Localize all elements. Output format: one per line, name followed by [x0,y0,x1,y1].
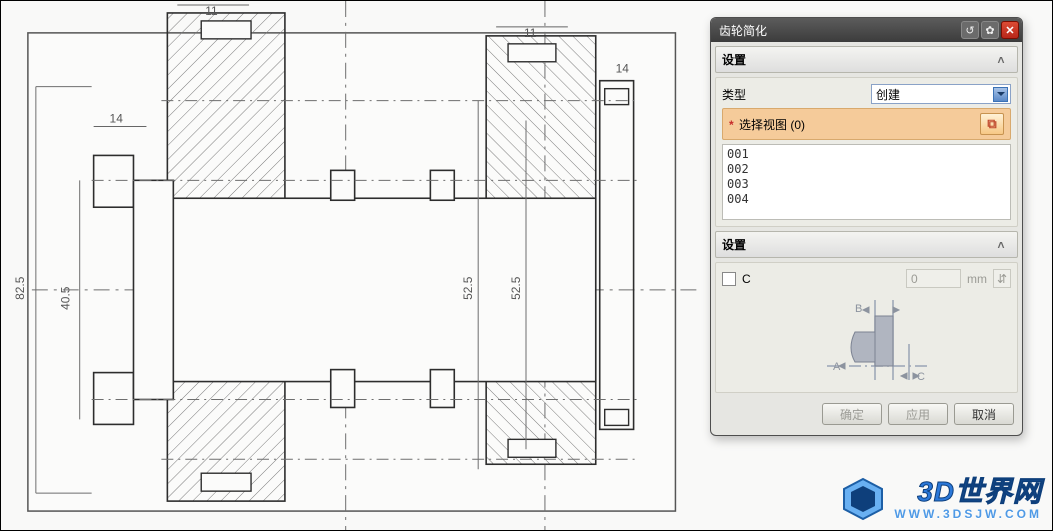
type-label: 类型 [722,86,746,103]
dim-d2: 11 [524,26,537,40]
type-value: 创建 [876,86,900,103]
c-checkbox[interactable] [722,272,736,286]
chevron-down-icon [993,87,1008,102]
stepper-button[interactable]: ⇵ [993,269,1011,288]
apply-button[interactable]: 应用 [888,403,948,425]
select-view-label: * 选择视图 (0) [729,116,805,133]
chevron-up-icon: ˄ [991,53,1011,67]
list-item[interactable]: 003 [727,177,1006,192]
dim-h3: 52.5 [461,276,475,300]
schematic-b-label: B [855,303,862,315]
view-listbox[interactable]: 001 002 003 004 [722,144,1011,220]
dim-h4: 52.5 [509,276,523,300]
chevron-up-icon: ˄ [991,238,1011,252]
gear-simplify-dialog: 齿轮简化 ↺ ✿ ✕ 设置 ˄ 类型 创建 * 选择 [710,17,1023,436]
reset-icon[interactable]: ↺ [961,21,979,39]
select-view-row[interactable]: * 选择视图 (0) ⧉ [722,108,1011,140]
cancel-button[interactable]: 取消 [954,403,1014,425]
gear-icon[interactable]: ✿ [981,21,999,39]
c-checkbox-label: C [742,272,751,286]
close-icon[interactable]: ✕ [1001,21,1019,39]
c-unit-label: mm [967,272,987,286]
schematic-c-label: C [917,371,925,383]
type-dropdown[interactable]: 创建 [871,84,1011,104]
schematic-a-label: A [833,361,841,373]
dim-h1: 82.5 [13,276,27,300]
ok-button[interactable]: 确定 [822,403,882,425]
dim-d3: 14 [110,112,124,126]
dialog-titlebar[interactable]: 齿轮简化 ↺ ✿ ✕ [711,18,1022,42]
dialog-title-text: 齿轮简化 [719,22,767,39]
inner-section-title: 设置 [722,236,746,253]
schematic-diagram: B A C [722,296,1011,386]
select-view-button[interactable]: ⧉ [980,113,1004,135]
c-value-input[interactable]: 0 [906,269,961,288]
list-item[interactable]: 001 [727,147,1006,162]
section-header-settings[interactable]: 设置 ˄ [715,46,1018,73]
section-header-inner-settings[interactable]: 设置 ˄ [715,231,1018,258]
section-title: 设置 [722,51,746,68]
list-item[interactable]: 004 [727,192,1006,207]
dim-d4: 14 [616,62,630,76]
list-item[interactable]: 002 [727,162,1006,177]
dim-d1: 11 [205,4,218,18]
